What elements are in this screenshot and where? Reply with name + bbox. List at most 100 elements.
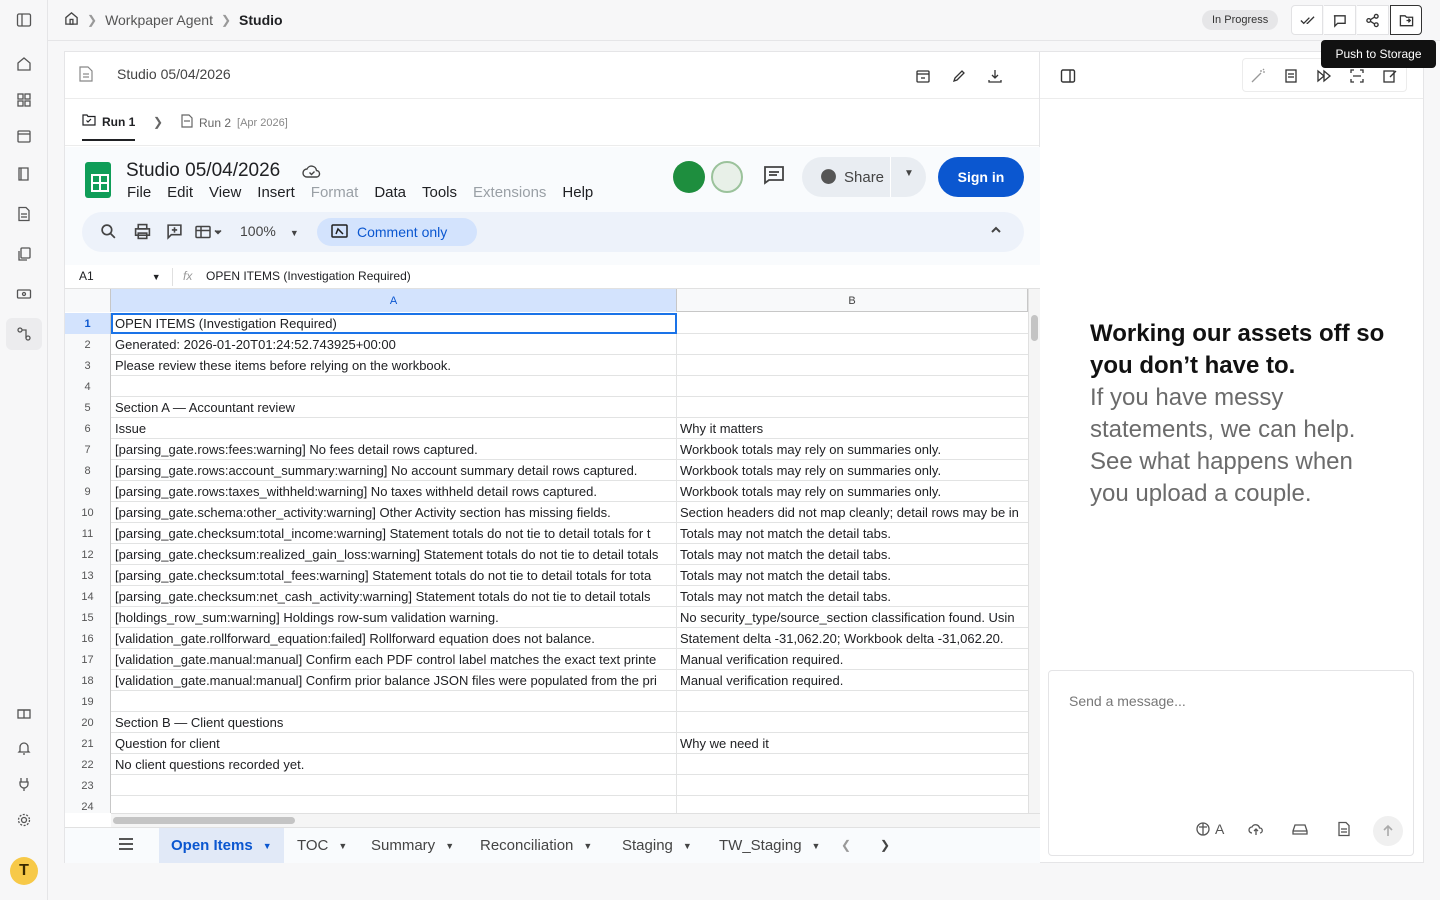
row-header[interactable]: 1 [65,313,111,334]
row-header[interactable]: 15 [65,607,111,628]
cell-b[interactable]: Totals may not match the detail tabs. [677,586,1028,607]
copy-icon[interactable] [12,242,36,266]
home-crumb-icon[interactable] [64,11,79,29]
menu-view[interactable]: View [209,184,241,201]
cell-a[interactable] [111,775,677,796]
cell-b[interactable]: Totals may not match the detail tabs. [677,565,1028,586]
sheets-logo-icon[interactable] [85,162,111,198]
row-header[interactable]: 7 [65,439,111,460]
workflow-icon[interactable] [6,318,42,350]
row-header[interactable]: 22 [65,754,111,775]
cell-b[interactable] [677,754,1028,775]
cell-b[interactable] [677,775,1028,796]
sidebar-toggle-icon[interactable] [12,8,36,32]
comment-only-button[interactable]: Comment only [317,218,477,246]
cell-a[interactable]: [validation_gate.rollforward_equation:fa… [111,628,677,649]
report-icon[interactable] [1280,65,1302,87]
add-comment-icon[interactable] [166,223,183,243]
row-header[interactable]: 6 [65,418,111,439]
sign-in-button[interactable]: Sign in [938,157,1024,197]
tab-run-1[interactable]: Run 1 [82,114,136,141]
cell-a[interactable] [111,796,677,813]
cell-a[interactable]: Question for client [111,733,677,754]
magic-wand-icon[interactable] [1247,65,1269,87]
cell-a[interactable]: [parsing_gate.checksum:total_income:warn… [111,523,677,544]
cell-a[interactable]: [parsing_gate.checksum:realized_gain_los… [111,544,677,565]
cell-b[interactable]: Statement delta -31,062.20; Workbook del… [677,628,1028,649]
menu-file[interactable]: File [127,184,151,201]
row-header[interactable]: 23 [65,775,111,796]
gift-icon[interactable] [12,700,36,724]
menu-tools[interactable]: Tools [422,184,457,201]
calendar-icon[interactable] [12,124,36,148]
cell-a[interactable]: Generated: 2026-01-20T01:24:52.743925+00… [111,334,677,355]
cell-a[interactable]: Issue [111,418,677,439]
row-header[interactable]: 17 [65,649,111,670]
row-header[interactable]: 10 [65,502,111,523]
message-composer[interactable]: Send a message... A [1048,670,1414,856]
tab-run-2[interactable]: Run 2 [Apr 2026] [181,114,288,131]
sheet-tab-staging[interactable]: Staging ▼ [610,828,704,863]
cell-b[interactable]: Manual verification required. [677,670,1028,691]
cell-b[interactable] [677,397,1028,418]
scroll-tabs-right-icon[interactable]: ❯ [880,838,890,852]
cell-b[interactable] [677,712,1028,733]
table-format-icon[interactable] [195,223,223,243]
menu-data[interactable]: Data [374,184,406,201]
cell-a[interactable]: [validation_gate.manual:manual] Confirm … [111,649,677,670]
row-header[interactable]: 21 [65,733,111,754]
cell-a[interactable]: [holdings_row_sum:warning] Holdings row-… [111,607,677,628]
share-button[interactable]: Share ▼ [802,157,926,197]
book-icon[interactable] [12,162,36,186]
card-icon[interactable] [12,282,36,306]
sheet-tab-open-items[interactable]: Open Items ▼ [159,828,284,863]
gear-icon[interactable] [12,808,36,832]
cell-b[interactable]: Workbook totals may rely on summaries on… [677,481,1028,502]
cell-a[interactable]: No client questions recorded yet. [111,754,677,775]
cell-a[interactable]: OPEN ITEMS (Investigation Required) [111,313,677,334]
upload-icon[interactable] [1248,821,1264,837]
row-header[interactable]: 2 [65,334,111,355]
cell-b[interactable]: Totals may not match the detail tabs. [677,523,1028,544]
formula-value[interactable]: OPEN ITEMS (Investigation Required) [206,269,411,283]
row-header[interactable]: 14 [65,586,111,607]
row-header[interactable]: 5 [65,397,111,418]
cell-b[interactable] [677,334,1028,355]
cell-b[interactable]: Workbook totals may rely on summaries on… [677,460,1028,481]
scan-icon[interactable] [1346,65,1368,87]
cell-b[interactable]: Totals may not match the detail tabs. [677,544,1028,565]
menu-edit[interactable]: Edit [167,184,193,201]
document-icon[interactable] [12,202,36,226]
dashboard-icon[interactable] [12,88,36,112]
row-header[interactable]: 24 [65,796,111,813]
cell-a[interactable]: Please review these items before relying… [111,355,677,376]
drive-icon[interactable] [1292,821,1308,837]
row-header[interactable]: 12 [65,544,111,565]
cell-a[interactable]: Section A — Accountant review [111,397,677,418]
row-header[interactable]: 13 [65,565,111,586]
row-header[interactable]: 9 [65,481,111,502]
home-icon[interactable] [12,52,36,76]
app-logo[interactable]: T [10,857,38,885]
column-header-a[interactable]: A [111,289,677,312]
cell-a[interactable]: [parsing_gate.rows:account_summary:warni… [111,460,677,481]
cell-b[interactable]: No security_type/source_section classifi… [677,607,1028,628]
cell-a[interactable]: [parsing_gate.rows:fees:warning] No fees… [111,439,677,460]
message-input[interactable]: Send a message... [1069,693,1186,709]
collaborator-avatar[interactable] [673,161,705,193]
comments-icon[interactable] [763,165,785,190]
row-header[interactable]: 19 [65,691,111,712]
share-icon[interactable] [1357,5,1389,35]
row-header[interactable]: 3 [65,355,111,376]
cell-b[interactable] [677,313,1028,334]
attach-file-icon[interactable] [1336,821,1352,837]
bell-icon[interactable] [12,736,36,760]
cell-a[interactable]: [parsing_gate.checksum:net_cash_activity… [111,586,677,607]
zoom-select[interactable]: 100% ▼ [240,223,299,239]
menu-insert[interactable]: Insert [257,184,295,201]
comment-icon[interactable] [1324,5,1356,35]
fast-forward-icon[interactable] [1313,65,1335,87]
search-icon[interactable] [100,223,117,243]
select-all-corner[interactable] [65,289,111,312]
cell-a[interactable] [111,376,677,397]
